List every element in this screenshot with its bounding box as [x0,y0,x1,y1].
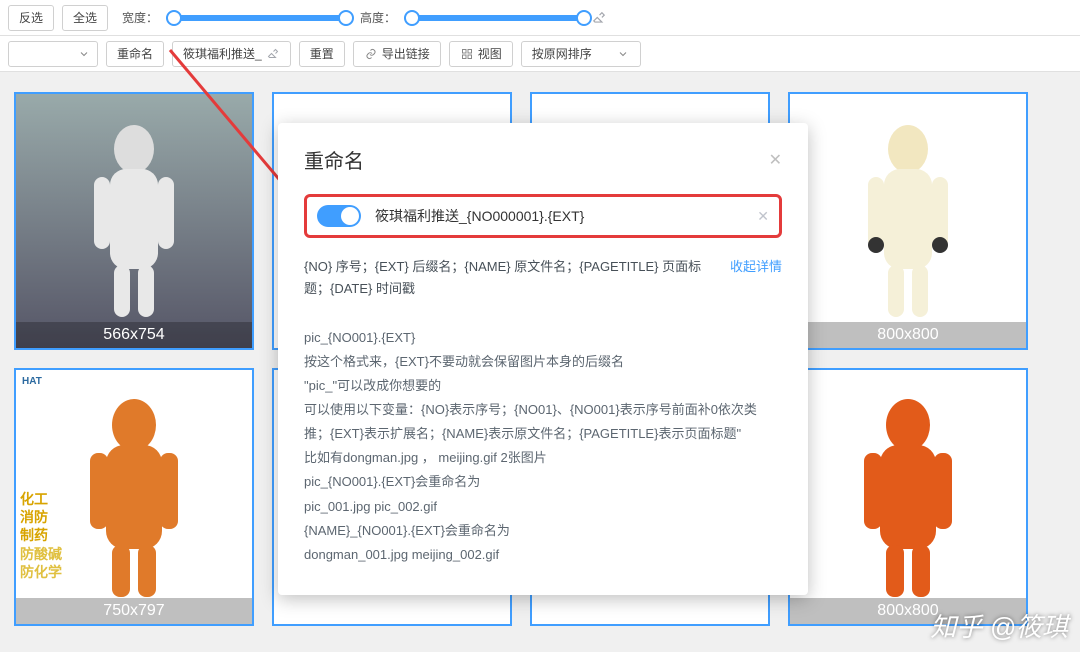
export-links-button[interactable]: 导出链接 [353,41,441,67]
image-dimensions: 800x800 [790,322,1026,348]
push-preset-label: 筱琪福利推送_ [183,45,262,62]
link-icon [364,47,378,61]
chevron-down-icon [77,47,91,61]
chevron-down-icon [616,47,630,61]
watermark-text: 知乎 @筱琪 [930,607,1068,644]
rename-details-text: pic_{NO001}.{EXT} 按这个格式来，{EXT}不要动就会保留图片本… [304,326,782,566]
filter-dropdown[interactable] [8,41,98,67]
close-icon[interactable]: ✕ [769,150,782,170]
clear-input-icon[interactable]: ✕ [757,208,769,225]
height-slider[interactable] [404,15,584,21]
sort-label: 按原网排序 [532,45,592,62]
toolbar-row-2: 重命名 筱琪福利推送_ 重置 导出链接 视图 按原网排序 [0,36,1080,72]
grid-icon [460,47,474,61]
push-preset-button[interactable]: 筱琪福利推送_ [172,41,291,67]
rename-hint-text: {NO} 序号；{EXT} 后缀名；{NAME} 原文件名；{PAGETITLE… [304,256,720,300]
rename-modal: 重命名 ✕ ✕ {NO} 序号；{EXT} 后缀名；{NAME} 原文件名；{P… [278,123,808,595]
collapse-details-link[interactable]: 收起详情 [730,256,782,300]
image-card[interactable]: 800x800 [788,368,1028,626]
erase-icon[interactable] [592,11,606,25]
width-slider[interactable] [166,15,346,21]
toolbar-row-1: 反选 全选 宽度： 高度： [0,0,1080,36]
select-all-button[interactable]: 全选 [62,5,108,31]
image-card[interactable]: 800x800 [788,92,1028,350]
image-dimensions: 750x797 [16,598,252,624]
reset-button[interactable]: 重置 [299,41,345,67]
rename-button[interactable]: 重命名 [106,41,164,67]
export-links-label: 导出链接 [382,45,430,62]
width-slider-label: 宽度： [122,9,158,26]
view-label: 视图 [478,45,502,62]
rename-enable-toggle[interactable] [317,205,361,227]
erase-icon [266,47,280,61]
rename-input-row: ✕ [304,194,782,238]
sort-button[interactable]: 按原网排序 [521,41,641,67]
invert-select-button[interactable]: 反选 [8,5,54,31]
rename-pattern-input[interactable] [375,208,743,224]
view-button[interactable]: 视图 [449,41,513,67]
modal-title-text: 重命名 [304,145,364,174]
image-card[interactable]: HAT 化工消防制药防酸碱防化学 750x797 [14,368,254,626]
image-card[interactable]: 566x754 [14,92,254,350]
height-slider-label: 高度： [360,9,396,26]
image-dimensions: 566x754 [16,322,252,348]
